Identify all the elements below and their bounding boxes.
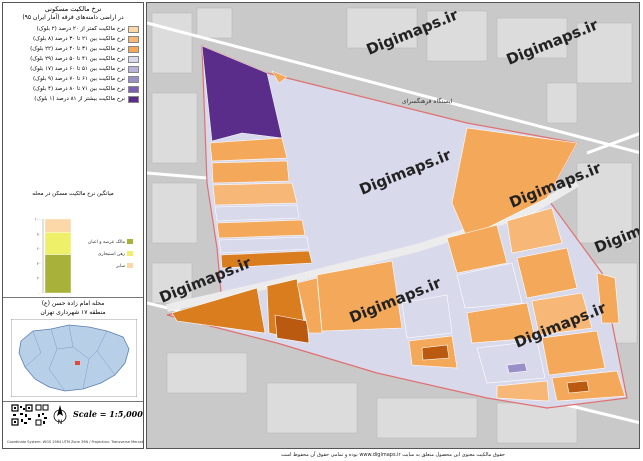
legend-list: نرخ مالکیت کمتر از ۲۰ درصد (۲ بلوک) نرخ م… — [3, 22, 143, 104]
y-tick-label: ۲۰ — [37, 276, 41, 281]
y-tick-label: ۴۰ — [37, 261, 41, 266]
coordinate-note: Coordinate System: WGS 1984 UTM Zone 39N… — [7, 440, 143, 444]
location-marker — [75, 361, 80, 365]
legend-swatch — [128, 95, 139, 103]
chart-bar-segment — [44, 232, 72, 255]
legend-swatch — [128, 35, 139, 43]
qr-code-small-icon — [35, 404, 49, 426]
chart-bar-segment — [44, 254, 72, 294]
legend-row: نرخ مالکیت بین ۷۱ تا ۸۰ درصد (۴ بلوک) — [7, 84, 139, 94]
legend-row: نرخ مالکیت بیشتر از ۸۱ درصد (۱ بلوک) — [7, 94, 139, 104]
legend-panel: نرخ مالکیت مسکونی در اراضی دامنه‌های فرق… — [2, 2, 144, 449]
chart-title: میانگین نرخ مالکیت مسکن در محله — [32, 191, 114, 197]
map-canvas: Digimaps.ir Digimaps.ir Digimaps.ir Digi… — [147, 3, 639, 448]
chart-legend-label: مالک عرصه و اعیان — [88, 239, 126, 245]
legend-swatch — [128, 85, 139, 93]
legend-title: نرخ مالکیت مسکونی — [44, 5, 102, 13]
place-label: ایستگاه فرهنگسرای — [402, 97, 453, 105]
legend-swatch — [128, 75, 139, 83]
divider — [3, 401, 143, 402]
legend-swatch — [128, 65, 139, 73]
y-tick-label: ۸۰ — [37, 231, 41, 236]
legend-label: نرخ مالکیت بین ۷۱ تا ۸۰ درصد (۴ بلوک) — [33, 86, 125, 92]
legend-label: نرخ مالکیت بین ۲۱ تا ۳۰ درصد (۸ بلوک) — [33, 36, 125, 42]
chart-legend-swatch — [127, 251, 133, 256]
chart-legend-label: سایر — [115, 264, 125, 269]
legend-row: نرخ مالکیت بین ۴۱ تا ۵۰ درصد (۲۹ بلوک) — [7, 54, 139, 64]
y-tick-label: ۱۰۰ — [35, 217, 41, 222]
legend-label: نرخ مالکیت بیشتر از ۸۱ درصد (۱ بلوک) — [34, 96, 125, 102]
chart-bar-segment — [44, 218, 72, 233]
legend-label: نرخ مالکیت بین ۴۱ تا ۵۰ درصد (۲۹ بلوک) — [30, 56, 125, 62]
qr-code-icon — [11, 404, 33, 426]
legend-row: نرخ مالکیت کمتر از ۲۰ درصد (۲ بلوک) — [7, 24, 139, 34]
y-tick-label: ۶۰ — [37, 246, 41, 251]
legend-label: نرخ مالکیت بین ۵۱ تا ۶۰ درصد (۱۷ بلوک) — [30, 66, 125, 72]
legend-subtitle: در اراضی دامنه‌های فرقه (آمار ایران ۹۵) — [22, 14, 124, 21]
chart-legend-swatch — [127, 263, 133, 268]
legend-label: نرخ مالکیت بین ۶۱ تا ۷۰ درصد (۹ بلوک) — [33, 76, 125, 82]
legend-swatch — [128, 55, 139, 63]
neighborhood-title: محله امام زاده حسن (ع) — [41, 300, 105, 307]
neighborhood-subtitle: منطقه ۱۷ شهرداری تهران — [40, 309, 106, 316]
north-arrow-icon: N — [53, 405, 67, 426]
scale-label: Scale = 1:5,000 — [73, 409, 143, 419]
ownership-chart: ۰ ۲۰ ۴۰ ۶۰ ۸۰ ۱۰۰ مالک عرصه و اعیان رهن استیجار… — [35, 217, 133, 296]
chart-legend-swatch — [127, 239, 133, 244]
y-tick-label: ۰ — [39, 291, 41, 296]
legend-label: نرخ مالکیت بین ۳۱ تا ۴۰ درصد (۲۲ بلوک) — [30, 46, 125, 52]
legend-row: نرخ مالکیت بین ۲۱ تا ۳۰ درصد (۸ بلوک) — [7, 34, 139, 44]
legend-label: نرخ مالکیت کمتر از ۲۰ درصد (۲ بلوک) — [36, 26, 125, 32]
legend-row: نرخ مالکیت بین ۶۱ تا ۷۰ درصد (۹ بلوک) — [7, 74, 139, 84]
chart-legend-label: رهن استیجاری — [98, 252, 125, 257]
main-map[interactable]: Digimaps.ir Digimaps.ir Digimaps.ir Digi… — [146, 2, 640, 449]
legend-swatch — [128, 45, 139, 53]
north-label: N — [58, 419, 63, 426]
legend-row: نرخ مالکیت بین ۵۱ تا ۶۰ درصد (۱۷ بلوک) — [7, 64, 139, 74]
footer-copyright: حقوق مالکیت معنوی این محصول متعلق به سای… — [281, 452, 505, 458]
divider — [3, 297, 143, 298]
legend-row: نرخ مالکیت بین ۳۱ تا ۴۰ درصد (۲۲ بلوک) — [7, 44, 139, 54]
inset-locator-map — [11, 319, 137, 397]
legend-swatch — [128, 25, 139, 33]
